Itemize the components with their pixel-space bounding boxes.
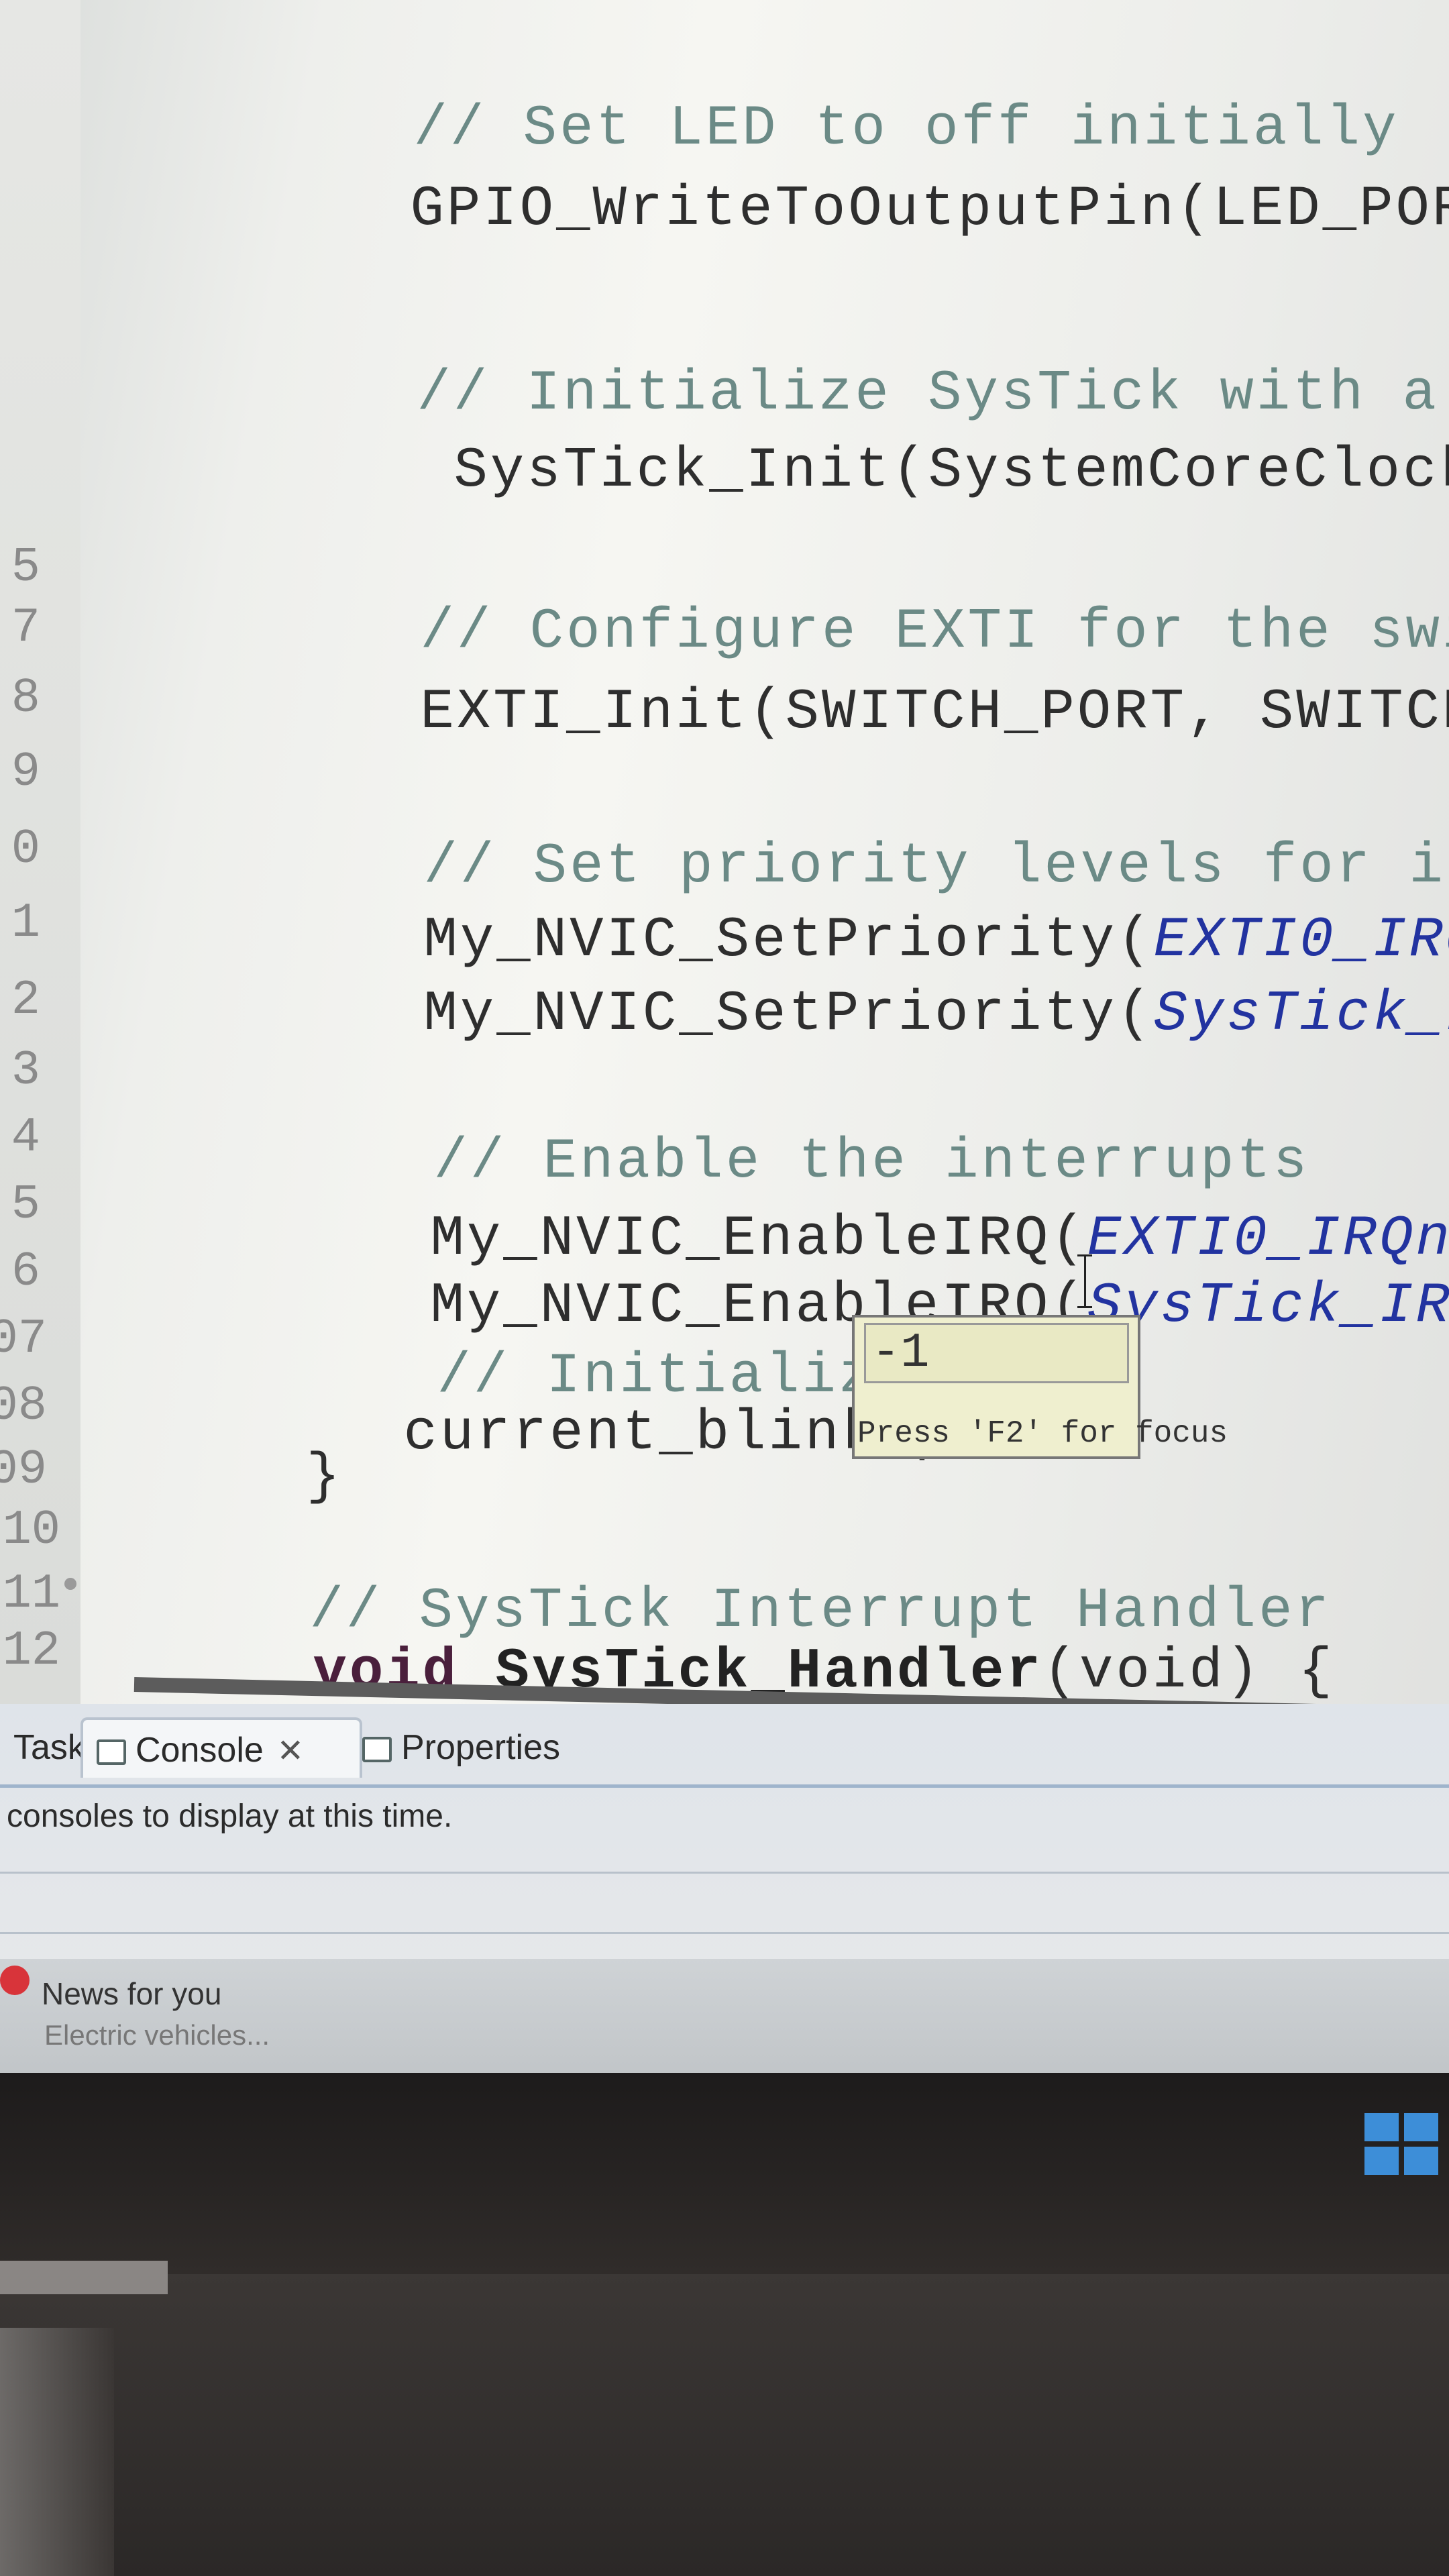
line-number: 8 <box>11 671 40 726</box>
line-number: 3 <box>11 1043 40 1098</box>
line-number: 5 <box>11 540 40 595</box>
line-number: 09 <box>0 1442 47 1497</box>
line-number: 1 <box>11 896 40 951</box>
panel-divider <box>0 1872 1449 1874</box>
text-cursor-icon <box>1077 1254 1092 1308</box>
code-token: SysTick_IRQn <box>1153 983 1449 1046</box>
monitor-screen: 5 7 8 9 0 1 2 3 4 5 6 07 08 09 10 11 12 … <box>0 0 1449 2073</box>
tab-properties[interactable]: Properties <box>349 1717 574 1778</box>
code-token: (void) { <box>1042 1640 1335 1704</box>
tab-console[interactable]: Console ✕ <box>80 1717 362 1778</box>
line-number: 10 <box>2 1503 60 1558</box>
code-editor[interactable]: 5 7 8 9 0 1 2 3 4 5 6 07 08 09 10 11 12 … <box>0 0 1449 1722</box>
tab-properties-label: Properties <box>401 1728 560 1767</box>
monitor-stand-area <box>0 2274 1449 2576</box>
properties-icon <box>362 1737 392 1763</box>
hover-focus-hint: Press 'F2' for focus <box>857 1416 1228 1451</box>
line-number: 4 <box>11 1110 40 1165</box>
line-number: 6 <box>11 1244 40 1299</box>
code-token: EXTI_Init(SWITCH_PORT, SWITCH_PI <box>420 681 1449 745</box>
fold-marker-icon[interactable] <box>64 1578 76 1590</box>
close-icon[interactable]: ✕ <box>277 1721 304 1782</box>
variable-hover-tooltip[interactable]: -1 Press 'F2' for focus <box>852 1315 1228 1459</box>
bottom-panel: Tasks Console ✕ Properties consoles to di… <box>0 1704 1449 1986</box>
console-message: consoles to display at this time. <box>7 1799 453 1834</box>
code-token: My_NVIC_SetPriority( <box>423 983 1154 1046</box>
panel-divider <box>0 1932 1449 1934</box>
code-line: GPIO_WriteToOutputPin(LED_PORT, <box>191 114 1449 305</box>
code-token: SysTick_Init(SystemCoreClock / <box>453 439 1449 503</box>
tab-console-label: Console <box>136 1731 264 1770</box>
console-icon <box>97 1739 126 1766</box>
line-number: 07 <box>0 1311 47 1366</box>
panel-tab-bar: Tasks Console ✕ Properties <box>0 1717 1449 1788</box>
line-number: 5 <box>11 1177 40 1232</box>
line-number: 11 <box>2 1566 60 1621</box>
code-token: GPIO_WriteToOutputPin(LED_PORT, <box>410 178 1449 241</box>
line-number: 9 <box>11 745 40 800</box>
line-number: 08 <box>0 1379 47 1434</box>
line-number: 0 <box>11 822 40 877</box>
news-widget-subtitle: Electric vehicles... <box>44 2019 270 2051</box>
bezel-edge <box>0 2328 114 2576</box>
line-number: 12 <box>2 1623 60 1678</box>
windows-start-icon[interactable] <box>1364 2113 1438 2175</box>
news-widget-icon[interactable] <box>0 1966 30 1995</box>
code-token: } <box>306 1446 343 1509</box>
hover-value-field[interactable]: -1 <box>864 1323 1129 1383</box>
code-line: current_blink_perio OFF; <box>184 1338 1449 1529</box>
line-number: 2 <box>11 973 40 1028</box>
news-widget-title[interactable]: News for you <box>42 1976 221 2012</box>
bezel-sticker <box>0 2261 168 2294</box>
line-number: 7 <box>11 600 40 655</box>
